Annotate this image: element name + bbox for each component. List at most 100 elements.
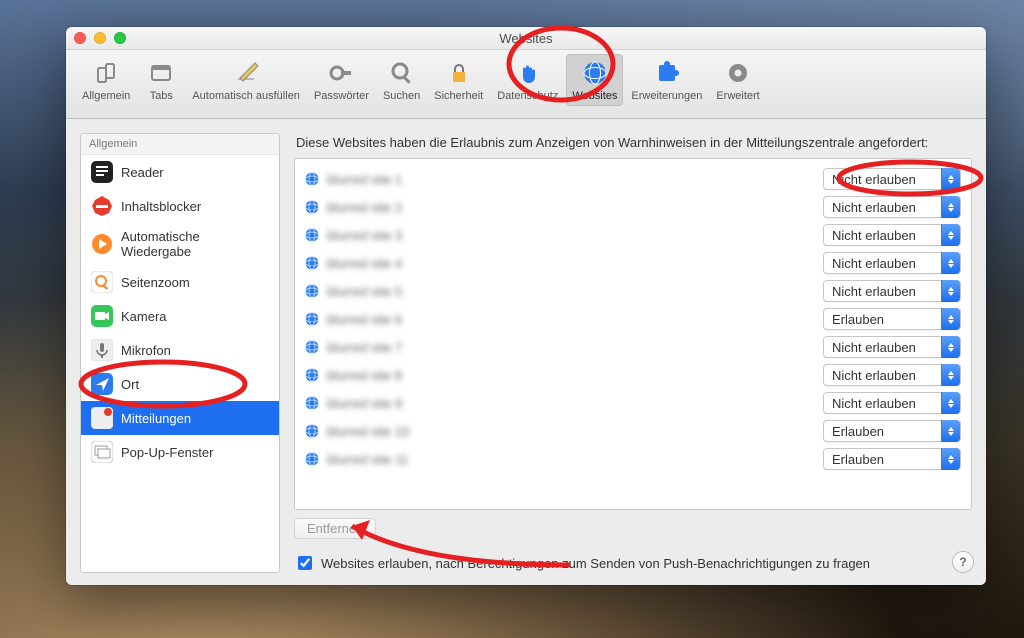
permission-select[interactable]: Erlauben — [823, 308, 961, 330]
permission-select[interactable]: Nicht erlauben — [823, 196, 961, 218]
site-name: blurred site 4 — [327, 256, 815, 271]
sidebar-item-label: Pop-Up-Fenster — [121, 445, 213, 460]
tab-search[interactable]: Suchen — [377, 54, 426, 106]
website-row[interactable]: blurred site 2 Nicht erlauben — [301, 193, 965, 221]
tab-passwords[interactable]: Passwörter — [308, 54, 375, 106]
permission-value: Erlauben — [832, 424, 884, 439]
site-name: blurred site 5 — [327, 284, 815, 299]
stepper-icon — [941, 168, 960, 190]
tab-label: Sicherheit — [434, 90, 483, 102]
tab-general[interactable]: Allgemein — [76, 54, 136, 106]
website-row[interactable]: blurred site 11Erlauben — [301, 445, 965, 473]
allow-checkbox-row[interactable]: Websites erlauben, nach Berechtigungen z… — [294, 553, 972, 573]
site-name: blurred site 3 — [327, 228, 815, 243]
website-list: blurred site 1Nicht erlaubenblurred site… — [294, 158, 972, 510]
permission-value: Nicht erlauben — [832, 340, 916, 355]
site-name: blurred site 2 — [327, 200, 815, 215]
site-favicon-icon — [305, 452, 319, 466]
site-favicon-icon — [305, 340, 319, 354]
sidebar-item-icon — [91, 161, 113, 183]
tab-websites[interactable]: Websites — [566, 54, 623, 106]
website-row[interactable]: blurred site 4 Nicht erlauben — [301, 249, 965, 277]
help-button[interactable]: ? — [952, 551, 974, 573]
tab-label: Automatisch ausfüllen — [192, 90, 300, 102]
sidebar-item-3[interactable]: Seitenzoom — [81, 265, 279, 299]
site-favicon-icon — [305, 368, 319, 382]
stepper-icon — [941, 420, 960, 442]
sidebar-item-4[interactable]: Kamera — [81, 299, 279, 333]
sidebar-item-5[interactable]: Mikrofon — [81, 333, 279, 367]
permission-select[interactable]: Nicht erlauben — [823, 392, 961, 414]
websites-icon — [580, 58, 610, 88]
site-name: blurred site 6 — [327, 312, 815, 327]
tab-security[interactable]: Sicherheit — [428, 54, 489, 106]
tab-label: Datenschutz — [497, 90, 558, 102]
main-panel: Diese Websites haben die Erlaubnis zum A… — [294, 133, 972, 573]
tab-autofill[interactable]: Automatisch ausfüllen — [186, 54, 306, 106]
sidebar-items: Reader Inhaltsblocker Automatische Wiederg… — [81, 155, 279, 469]
permission-select[interactable]: Nicht erlauben — [823, 336, 961, 358]
stepper-icon — [941, 336, 960, 358]
stepper-icon — [941, 252, 960, 274]
tab-label: Tabs — [150, 90, 173, 102]
sidebar-item-label: Inhaltsblocker — [121, 199, 201, 214]
sidebar-item-0[interactable]: Reader — [81, 155, 279, 189]
permission-value: Nicht erlauben — [832, 256, 916, 271]
website-row[interactable]: blurred site 6 Erlauben — [301, 305, 965, 333]
remove-button[interactable]: Entfernen — [294, 518, 376, 539]
stepper-icon — [941, 308, 960, 330]
panel-heading: Diese Websites haben die Erlaubnis zum A… — [294, 133, 972, 158]
tab-privacy[interactable]: Datenschutz — [491, 54, 564, 106]
sidebar-item-2[interactable]: Automatische Wiedergabe — [81, 223, 279, 265]
permission-select[interactable]: Nicht erlauben — [823, 364, 961, 386]
website-row[interactable]: blurred site 5 Nicht erlauben — [301, 277, 965, 305]
tab-label: Erweitert — [716, 90, 759, 102]
tab-advanced[interactable]: Erweitert — [710, 54, 765, 106]
permission-value: Nicht erlauben — [832, 284, 916, 299]
permission-value: Nicht erlauben — [832, 228, 916, 243]
minimize-window-button[interactable] — [94, 32, 106, 44]
stepper-icon — [941, 392, 960, 414]
tab-label: Websites — [572, 90, 617, 102]
tab-tabs[interactable]: Tabs — [138, 54, 184, 106]
site-name: blurred site 1 — [327, 172, 815, 187]
site-name: blurred site 10 — [327, 424, 815, 439]
preferences-window: Websites Allgemein Tabs Automatisch ausfül… — [66, 27, 986, 585]
permission-select[interactable]: Erlauben — [823, 420, 961, 442]
allow-checkbox[interactable] — [298, 556, 312, 570]
permission-value: Erlauben — [832, 312, 884, 327]
website-row[interactable]: blurred site 7Nicht erlauben — [301, 333, 965, 361]
permission-select[interactable]: Nicht erlauben — [823, 168, 961, 190]
website-row[interactable]: blurred site 9Nicht erlauben — [301, 389, 965, 417]
sidebar-item-label: Automatische Wiedergabe — [121, 229, 269, 259]
site-favicon-icon — [305, 172, 319, 186]
sidebar-item-icon — [91, 441, 113, 463]
sidebar-item-6[interactable]: Ort — [81, 367, 279, 401]
site-favicon-icon — [305, 228, 319, 242]
permission-select[interactable]: Erlauben — [823, 448, 961, 470]
permission-select[interactable]: Nicht erlauben — [823, 280, 961, 302]
stepper-icon — [941, 196, 960, 218]
tab-extensions[interactable]: Erweiterungen — [625, 54, 708, 106]
tab-label: Allgemein — [82, 90, 130, 102]
site-favicon-icon — [305, 396, 319, 410]
sidebar-item-8[interactable]: Pop-Up-Fenster — [81, 435, 279, 469]
website-row[interactable]: blurred site 3 Nicht erlauben — [301, 221, 965, 249]
sidebar-section-title: Allgemein — [81, 134, 279, 155]
security-icon — [444, 58, 474, 88]
website-row[interactable]: blurred site 10 Erlauben — [301, 417, 965, 445]
permission-select[interactable]: Nicht erlauben — [823, 224, 961, 246]
close-window-button[interactable] — [74, 32, 86, 44]
website-row[interactable]: blurred site 1 Nicht erlauben — [301, 165, 965, 193]
tab-label: Passwörter — [314, 90, 369, 102]
sidebar-item-label: Kamera — [121, 309, 167, 324]
sidebar-item-icon — [91, 305, 113, 327]
stepper-icon — [941, 280, 960, 302]
website-row[interactable]: blurred site 8 Nicht erlauben — [301, 361, 965, 389]
sidebar-item-1[interactable]: Inhaltsblocker — [81, 189, 279, 223]
zoom-window-button[interactable] — [114, 32, 126, 44]
sidebar-item-7[interactable]: Mitteilungen — [81, 401, 279, 435]
permission-select[interactable]: Nicht erlauben — [823, 252, 961, 274]
passwords-icon — [326, 58, 356, 88]
site-name: blurred site 8 — [327, 368, 815, 383]
